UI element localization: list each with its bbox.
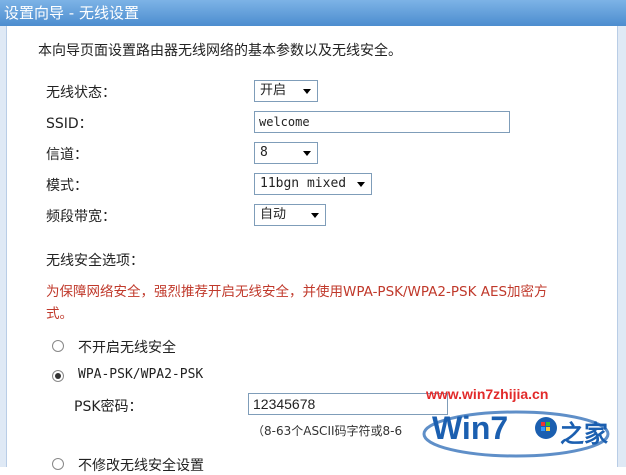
security-warning-line2: 式。 bbox=[46, 306, 73, 322]
radio-security-nochange[interactable] bbox=[52, 458, 64, 470]
wireless-status-label: 无线状态： bbox=[46, 85, 116, 101]
channel-value: 8 bbox=[260, 145, 268, 160]
wireless-status-select[interactable]: 开启 bbox=[254, 80, 318, 102]
bandwidth-select[interactable]: 自动 bbox=[254, 204, 326, 226]
chevron-down-icon bbox=[303, 151, 311, 156]
chevron-down-icon bbox=[311, 213, 319, 218]
security-heading: 无线安全选项： bbox=[46, 253, 144, 269]
mode-select[interactable]: 11bgn mixed bbox=[254, 173, 372, 195]
wireless-status-value: 开启 bbox=[260, 83, 287, 98]
channel-select[interactable]: 8 bbox=[254, 142, 318, 164]
logo-suffix: 之家 bbox=[560, 420, 608, 448]
logo-text: Win7 bbox=[432, 410, 509, 446]
radio-security-off[interactable] bbox=[52, 340, 64, 352]
frame-left-border bbox=[0, 26, 7, 467]
security-warning-line1: 为保障网络安全，强烈推荐开启无线安全，并使用WPA-PSK/WPA2-PSK A… bbox=[46, 284, 548, 300]
mode-label: 模式： bbox=[46, 178, 88, 194]
psk-label: PSK密码： bbox=[74, 399, 143, 415]
chevron-down-icon bbox=[303, 89, 311, 94]
window-title: 设置向导 - 无线设置 bbox=[0, 0, 626, 26]
watermark-logo: Win7 之家 bbox=[418, 402, 614, 460]
psk-hint: （8-63个ASCII码字符或8-6 bbox=[252, 424, 403, 438]
bandwidth-value: 自动 bbox=[260, 207, 287, 222]
watermark-url: www.win7zhijia.cn bbox=[426, 386, 549, 402]
option-wpa-label: WPA-PSK/WPA2-PSK bbox=[78, 367, 204, 382]
ssid-input[interactable]: welcome bbox=[254, 111, 510, 133]
option-security-off-label: 不开启无线安全 bbox=[78, 340, 176, 356]
radio-security-wpa[interactable] bbox=[52, 370, 64, 382]
mode-value: 11bgn mixed bbox=[260, 176, 347, 191]
bandwidth-label: 频段带宽： bbox=[46, 209, 116, 225]
chevron-down-icon bbox=[357, 182, 365, 187]
channel-label: 信道： bbox=[46, 147, 88, 163]
intro-text: 本向导页面设置路由器无线网络的基本参数以及无线安全。 bbox=[38, 43, 402, 59]
ssid-label: SSID： bbox=[46, 116, 93, 132]
frame-right-border bbox=[617, 26, 626, 467]
option-nochange-label: 不修改无线安全设置 bbox=[78, 458, 204, 474]
